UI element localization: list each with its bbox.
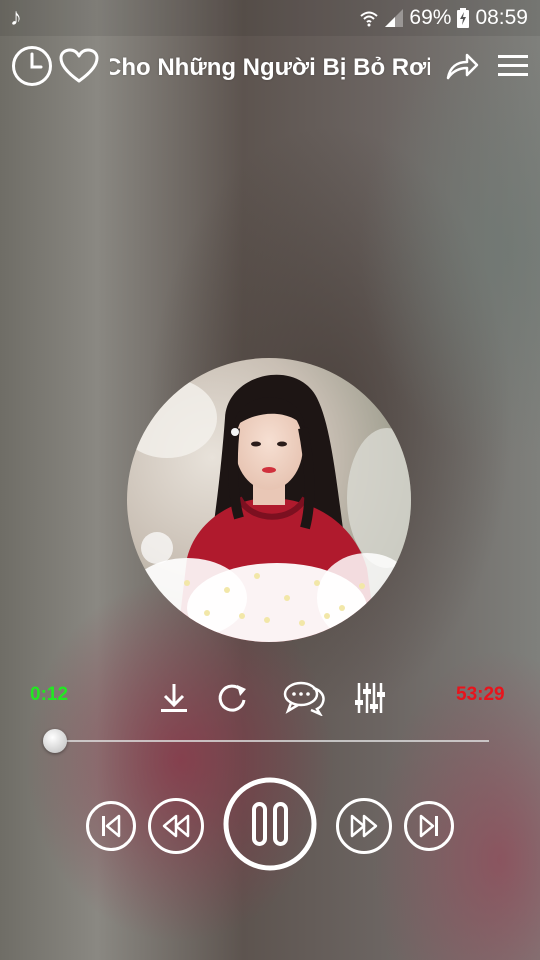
skip-previous-icon bbox=[86, 801, 136, 851]
previous-track-button[interactable] bbox=[85, 800, 137, 852]
repeat-icon bbox=[218, 684, 246, 712]
playback-controls bbox=[0, 776, 540, 876]
share-button[interactable] bbox=[444, 48, 480, 84]
heart-icon bbox=[59, 48, 99, 83]
album-art bbox=[127, 358, 411, 642]
seek-thumb[interactable] bbox=[42, 729, 67, 753]
player-toolbar: Cho Những Người Bị Bỏ Rơi bbox=[0, 42, 540, 92]
chat-bubbles-icon bbox=[283, 681, 325, 716]
seek-bar[interactable] bbox=[52, 740, 489, 742]
next-track-button[interactable] bbox=[403, 800, 455, 852]
song-title-marquee: Cho Những Người Bị Bỏ Rơi bbox=[110, 50, 430, 86]
album-art-photo bbox=[127, 358, 411, 642]
status-bar: ♪ 69% 08:59 bbox=[0, 0, 540, 36]
song-title: Cho Những Người Bị Bỏ Rơi bbox=[110, 54, 430, 81]
total-time: 53:29 bbox=[456, 684, 505, 705]
pause-icon bbox=[223, 777, 317, 871]
download-icon bbox=[161, 684, 187, 712]
wifi-icon bbox=[360, 11, 379, 27]
music-note-icon: ♪ bbox=[10, 4, 22, 31]
clock-icon bbox=[12, 46, 52, 86]
timer-button[interactable] bbox=[10, 44, 54, 88]
elapsed-time: 0:12 bbox=[30, 684, 69, 705]
hamburger-menu-icon bbox=[498, 55, 528, 76]
battery-charging-icon bbox=[457, 8, 470, 28]
signal-icon bbox=[385, 9, 404, 27]
favorite-button[interactable] bbox=[58, 46, 100, 86]
rewind-icon bbox=[148, 798, 204, 854]
equalizer-icon bbox=[355, 683, 385, 713]
menu-button[interactable] bbox=[496, 50, 530, 82]
comments-button[interactable] bbox=[282, 678, 326, 718]
equalizer-button[interactable] bbox=[352, 680, 388, 716]
skip-next-icon bbox=[404, 801, 454, 851]
status-indicators: 69% 08:59 bbox=[359, 6, 528, 30]
clock: 08:59 bbox=[475, 6, 528, 29]
share-icon bbox=[446, 53, 479, 80]
player-tools bbox=[150, 676, 390, 720]
repeat-button[interactable] bbox=[214, 680, 250, 716]
rewind-button[interactable] bbox=[147, 797, 205, 855]
fast-forward-button[interactable] bbox=[335, 797, 393, 855]
pause-button[interactable] bbox=[222, 776, 318, 872]
fast-forward-icon bbox=[336, 798, 392, 854]
battery-percent: 69% bbox=[409, 6, 452, 29]
download-button[interactable] bbox=[156, 680, 192, 716]
